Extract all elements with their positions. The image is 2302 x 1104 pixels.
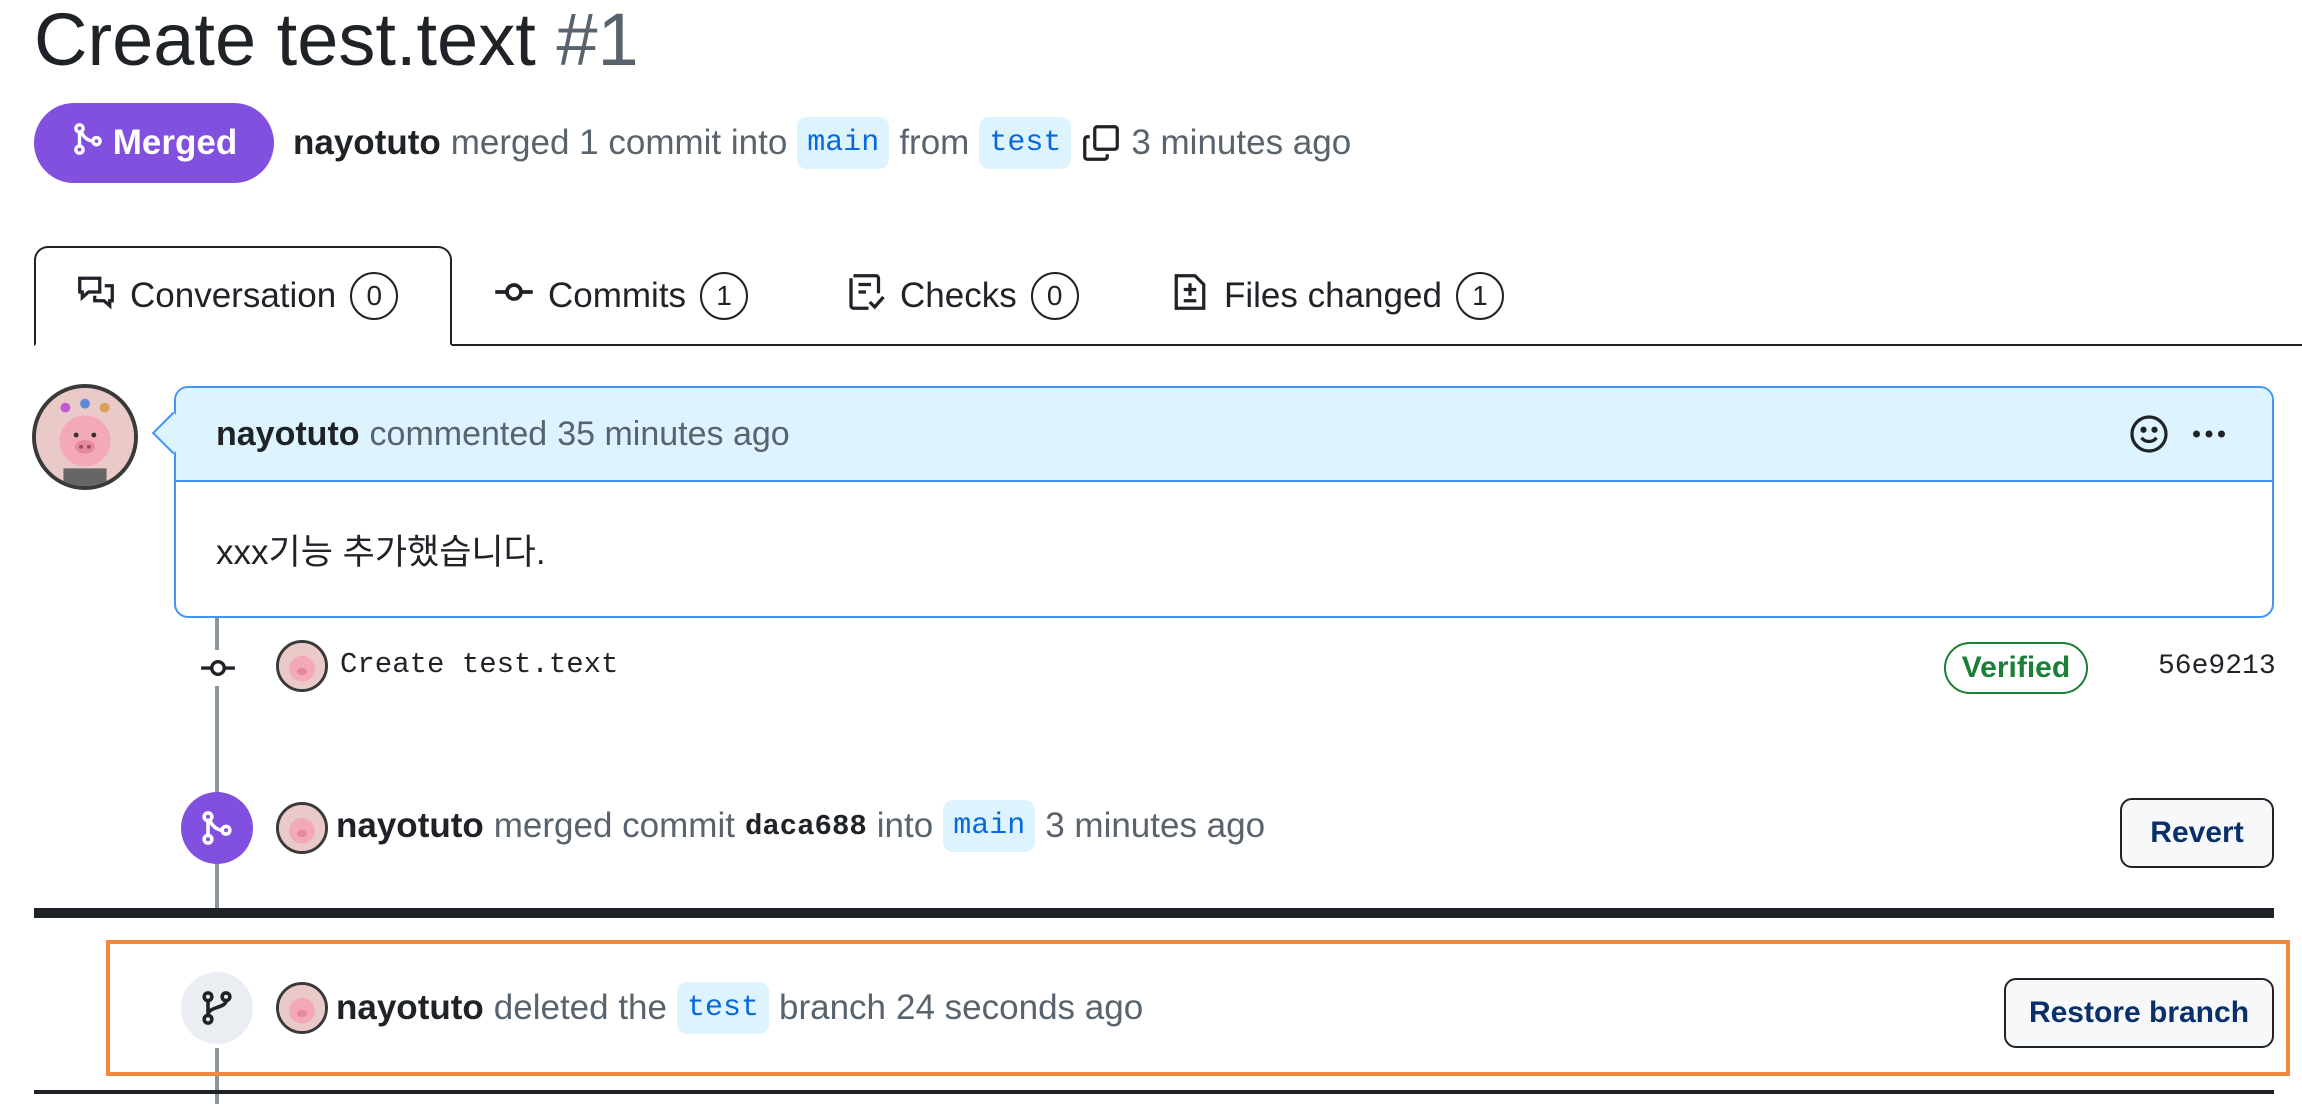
tab-files-changed[interactable]: Files changed 1 — [1170, 246, 1504, 346]
comment-header: nayotuto commented 35 minutes ago — [176, 388, 2272, 482]
git-merge-icon — [71, 122, 105, 165]
tab-counter: 0 — [350, 272, 399, 320]
checklist-icon — [846, 272, 886, 321]
meta-from: from — [899, 123, 970, 162]
event-author[interactable]: nayotuto — [336, 806, 484, 846]
avatar[interactable] — [276, 640, 328, 692]
tab-counter: 1 — [1455, 272, 1504, 320]
event-time[interactable]: 24 seconds ago — [896, 988, 1143, 1028]
comment-box: nayotuto commented 35 minutes ago xxx기능 … — [174, 386, 2274, 618]
tab-checks[interactable]: Checks 0 — [846, 246, 1079, 346]
tab-counter: 1 — [700, 272, 749, 320]
tab-label: Files changed — [1224, 276, 1442, 315]
avatar[interactable] — [276, 802, 328, 854]
comment-body: xxx기능 추가했습니다. — [216, 533, 546, 572]
copy-icon[interactable] — [1081, 123, 1121, 163]
restore-branch-button[interactable]: Restore branch — [2004, 978, 2274, 1048]
git-commit-icon — [494, 272, 534, 321]
state-label: Merged — [112, 123, 238, 162]
commit-sha[interactable]: 56e9213 — [2158, 651, 2276, 682]
timeline-divider — [34, 908, 2274, 918]
file-diff-icon — [1170, 272, 1210, 321]
meta-time: 3 minutes ago — [1131, 123, 1352, 162]
deleted-branch[interactable]: test — [676, 982, 769, 1034]
timeline-divider — [34, 1090, 2274, 1094]
event-time[interactable]: 3 minutes ago — [1045, 806, 1265, 846]
pr-meta: nayotuto merged 1 commit into main from … — [293, 113, 1351, 173]
revert-button[interactable]: Revert — [2120, 798, 2274, 868]
event-action: merged commit — [493, 806, 735, 845]
tab-label: Checks — [900, 276, 1017, 315]
git-commit-icon — [196, 650, 240, 686]
tab-commits[interactable]: Commits 1 — [494, 246, 749, 346]
event-action: deleted the — [493, 988, 667, 1027]
merge-event-text: nayotuto merged commit daca688 into main… — [336, 798, 1265, 854]
avatar[interactable] — [276, 982, 328, 1034]
base-branch[interactable]: main — [797, 117, 890, 169]
tab-label: Commits — [548, 276, 687, 315]
merged-state-badge: Merged — [34, 103, 274, 183]
tab-label: Conversation — [130, 276, 337, 315]
delete-event-text: nayotuto deleted the test branch 24 seco… — [336, 980, 1143, 1036]
merge-branch[interactable]: main — [943, 800, 1036, 852]
author-link[interactable]: nayotuto — [293, 123, 441, 163]
event-suffix: branch — [779, 988, 887, 1027]
tab-conversation[interactable]: Conversation 0 — [34, 246, 452, 346]
comment-time[interactable]: 35 minutes ago — [557, 415, 790, 454]
git-branch-icon — [181, 972, 253, 1044]
meta-action: merged 1 commit into — [450, 123, 788, 162]
pr-title-text: Create test.text — [34, 0, 536, 81]
tab-counter: 0 — [1030, 272, 1079, 320]
page-title: Create test.text #1 — [34, 0, 639, 80]
verified-badge[interactable]: Verified — [1944, 642, 2088, 694]
event-into: into — [876, 806, 934, 845]
avatar[interactable] — [32, 384, 138, 490]
head-branch[interactable]: test — [979, 117, 1072, 169]
smiley-icon[interactable] — [2126, 411, 2172, 457]
pr-number: #1 — [556, 0, 639, 81]
kebab-horizontal-icon[interactable] — [2186, 411, 2232, 457]
git-merge-icon — [181, 792, 253, 864]
event-author[interactable]: nayotuto — [336, 988, 484, 1028]
comment-author[interactable]: nayotuto — [216, 415, 360, 454]
merge-commit-sha[interactable]: daca688 — [745, 810, 867, 843]
comment-discussion-icon — [76, 272, 116, 321]
commit-message[interactable]: Create test.text — [340, 648, 618, 681]
comment-action: commented — [369, 414, 548, 453]
